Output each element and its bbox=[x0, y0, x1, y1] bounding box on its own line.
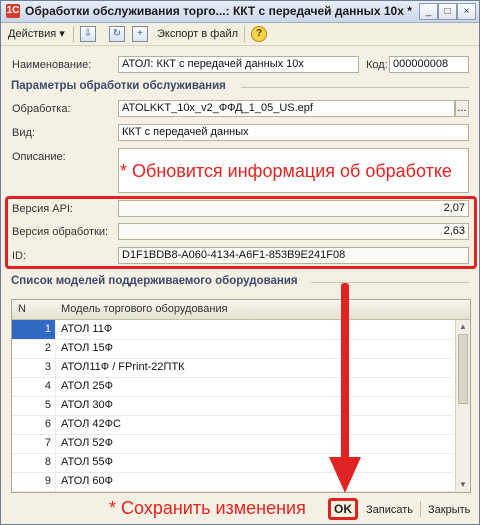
ok-button[interactable]: OK bbox=[328, 498, 358, 520]
column-header-n[interactable]: N bbox=[18, 300, 26, 319]
row-number: 9 bbox=[12, 472, 56, 491]
row-number: 2 bbox=[12, 339, 56, 358]
api-version-value: 2,07 bbox=[118, 200, 469, 217]
api-version-label: Версия API: bbox=[12, 203, 74, 215]
name-label: Наименование: bbox=[12, 59, 92, 71]
name-input[interactable]: АТОЛ: ККТ с передачей данных 10х bbox=[118, 56, 359, 73]
row-number: 1 bbox=[12, 320, 56, 339]
table-row[interactable]: 9 АТОЛ 60Ф bbox=[12, 472, 454, 492]
row-model: АТОЛ 55Ф bbox=[61, 456, 114, 468]
save-button[interactable]: Записать bbox=[366, 501, 413, 519]
refresh-icon[interactable]: ↻ bbox=[109, 26, 125, 42]
column-header-model[interactable]: Модель торгового оборудования bbox=[61, 300, 228, 319]
select-file-button[interactable]: ... bbox=[455, 100, 469, 117]
row-model: АТОЛ 52Ф bbox=[61, 437, 114, 449]
toolbar-divider bbox=[73, 26, 74, 42]
row-model: АТОЛ 42ФС bbox=[61, 418, 121, 430]
row-number: 8 bbox=[12, 453, 56, 472]
row-number: 5 bbox=[12, 396, 56, 415]
table-row[interactable]: 3 АТОЛ11Ф / FPrint-22ПТК bbox=[12, 358, 454, 378]
actions-label: Действия bbox=[8, 28, 57, 40]
description-label: Описание: bbox=[12, 151, 66, 163]
row-model: АТОЛ 30Ф bbox=[61, 399, 114, 411]
app-icon: 1C bbox=[6, 4, 20, 18]
id-value: D1F1BDB8-A060-4134-A6F1-853B9E241F08 bbox=[118, 247, 469, 264]
toolbar-divider bbox=[244, 26, 245, 42]
chevron-down-icon: ▾ bbox=[59, 28, 65, 40]
minimize-button[interactable]: _ bbox=[419, 3, 438, 20]
row-model: АТОЛ11Ф / FPrint-22ПТК bbox=[61, 361, 185, 373]
table-header: N Модель торгового оборудования bbox=[12, 300, 470, 320]
code-label: Код: bbox=[366, 59, 388, 71]
close-button[interactable]: Закрыть bbox=[428, 501, 470, 519]
annotation-arrow bbox=[341, 283, 349, 461]
kind-label: Вид: bbox=[12, 127, 35, 139]
models-section-title: Список моделей поддерживаемого оборудова… bbox=[11, 275, 298, 287]
update-annotation: * Обновится информация об обработке bbox=[120, 161, 452, 181]
table-row[interactable]: 5 АТОЛ 30Ф bbox=[12, 396, 454, 416]
params-section-title: Параметры обработки обслуживания bbox=[11, 80, 226, 92]
form-window: 1C Обработки обслуживания торго...: ККТ … bbox=[0, 0, 480, 525]
row-model: АТОЛ 60Ф bbox=[61, 475, 114, 487]
processing-label: Обработка: bbox=[12, 103, 71, 115]
maximize-button[interactable]: □ bbox=[438, 3, 457, 20]
processing-input[interactable]: ATOLKKT_10x_v2_ФФД_1_05_US.epf bbox=[118, 100, 455, 117]
table-row[interactable]: 1 АТОЛ 11Ф bbox=[12, 320, 454, 340]
row-number: 4 bbox=[12, 377, 56, 396]
row-number: 6 bbox=[12, 415, 56, 434]
vertical-scrollbar[interactable]: ▲ ▼ bbox=[455, 320, 470, 492]
arrow-head-icon bbox=[329, 457, 361, 493]
processing-version-value: 2,63 bbox=[118, 223, 469, 240]
actions-menu[interactable]: Действия ▾ bbox=[8, 26, 65, 42]
scroll-thumb[interactable] bbox=[458, 334, 468, 404]
table-row[interactable]: 7 АТОЛ 52Ф bbox=[12, 434, 454, 454]
footer-divider bbox=[420, 501, 421, 517]
help-icon[interactable]: ? bbox=[251, 26, 267, 42]
kind-input[interactable]: ККТ с передачей данных bbox=[118, 124, 469, 141]
section-divider bbox=[311, 282, 469, 283]
section-divider bbox=[241, 87, 469, 88]
scroll-down-icon[interactable]: ▼ bbox=[457, 479, 469, 491]
save-annotation: * Сохранить изменения bbox=[109, 498, 306, 518]
table-row[interactable]: 2 АТОЛ 15Ф bbox=[12, 339, 454, 359]
row-number: 7 bbox=[12, 434, 56, 453]
id-label: ID: bbox=[12, 250, 27, 262]
scroll-up-icon[interactable]: ▲ bbox=[457, 321, 469, 333]
goto-icon[interactable]: ⇩ bbox=[80, 26, 96, 42]
export-button[interactable]: Экспорт в файл bbox=[157, 26, 238, 42]
toolbar: Действия ▾ ⇩ ↻ + Экспорт в файл ? bbox=[1, 23, 479, 46]
models-table[interactable]: N Модель торгового оборудования 1 АТОЛ 11… bbox=[11, 299, 471, 493]
close-window-button[interactable]: × bbox=[457, 3, 476, 20]
processing-version-label: Версия обработки: bbox=[12, 226, 109, 238]
title-bar: 1C Обработки обслуживания торго...: ККТ … bbox=[1, 1, 479, 23]
row-number: 3 bbox=[12, 358, 56, 377]
table-row[interactable]: 4 АТОЛ 25Ф bbox=[12, 377, 454, 397]
table-row[interactable]: 6 АТОЛ 42ФС bbox=[12, 415, 454, 435]
row-model: АТОЛ 11Ф bbox=[61, 323, 113, 335]
add-document-icon[interactable]: + bbox=[132, 26, 148, 42]
window-title: Обработки обслуживания торго...: ККТ с п… bbox=[25, 4, 412, 18]
code-input[interactable]: 000000008 bbox=[389, 56, 469, 73]
row-model: АТОЛ 25Ф bbox=[61, 380, 114, 392]
table-row[interactable]: 8 АТОЛ 55Ф bbox=[12, 453, 454, 473]
row-model: АТОЛ 15Ф bbox=[61, 342, 114, 354]
